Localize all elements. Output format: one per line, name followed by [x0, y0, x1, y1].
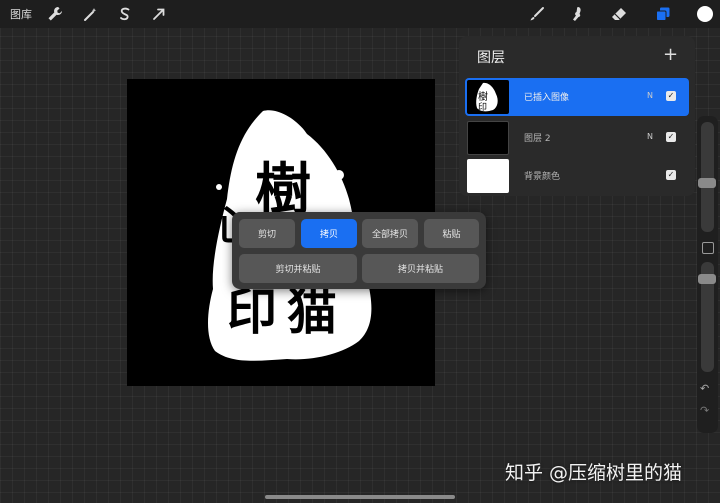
opacity-knob[interactable] [698, 274, 716, 284]
redo-button[interactable]: ↷ [700, 404, 709, 417]
layers-title: 图层 [477, 50, 505, 66]
layers-icon[interactable] [653, 4, 673, 24]
add-layer-button[interactable]: + [663, 46, 678, 64]
top-toolbar: 图库 [0, 0, 720, 28]
right-sidebar: ↶ ↷ [697, 116, 718, 433]
copy-all-button[interactable]: 全部拷贝 [362, 219, 418, 248]
home-indicator[interactable] [265, 495, 455, 499]
background-color-swatch [467, 159, 509, 193]
blend-mode-button[interactable]: N [647, 91, 653, 100]
modify-button[interactable] [702, 242, 714, 254]
visibility-checkbox[interactable]: ✓ [666, 132, 676, 142]
svg-text:印: 印 [227, 283, 277, 341]
copy-and-paste-button[interactable]: 拷贝并粘贴 [362, 254, 479, 283]
layer-thumbnail: 樹 印 [467, 80, 509, 114]
eraser-icon[interactable] [609, 4, 629, 24]
brush-size-slider[interactable] [698, 122, 716, 232]
copy-paste-menu: 剪切 拷贝 全部拷贝 粘贴 剪切并粘贴 拷贝并粘贴 [232, 212, 486, 289]
cut-and-paste-button[interactable]: 剪切并粘贴 [239, 254, 357, 283]
blend-mode-button[interactable]: N [647, 132, 653, 141]
visibility-checkbox[interactable]: ✓ [666, 170, 676, 180]
layer-row-background-color[interactable]: 背景颜色 ✓ [465, 157, 689, 195]
magic-wand-icon[interactable] [81, 4, 101, 24]
visibility-checkbox[interactable]: ✓ [666, 91, 676, 101]
color-icon[interactable] [697, 6, 713, 22]
svg-text:樹: 樹 [478, 90, 488, 103]
brush-icon[interactable] [527, 4, 547, 24]
layer-thumbnail [467, 121, 509, 155]
wrench-icon[interactable] [45, 4, 65, 24]
copy-button[interactable]: 拷贝 [301, 219, 357, 248]
svg-text:印: 印 [478, 101, 487, 113]
brush-size-knob[interactable] [698, 178, 716, 188]
transform-arrow-icon[interactable] [149, 4, 169, 24]
paste-button[interactable]: 粘贴 [424, 219, 479, 248]
svg-text:猫: 猫 [287, 283, 337, 341]
opacity-slider[interactable] [698, 262, 716, 372]
layer-name: 已插入图像 [524, 93, 570, 103]
layer-row-layer-2[interactable]: 图层 2 N ✓ [465, 119, 689, 157]
selection-s-icon[interactable] [115, 4, 135, 24]
undo-button[interactable]: ↶ [700, 382, 709, 395]
layers-panel: 图层 + 樹 印 已插入图像 N ✓ 图层 2 N ✓ 背景颜色 ✓ [459, 36, 695, 196]
smudge-icon[interactable] [567, 4, 587, 24]
layer-name: 背景颜色 [524, 172, 561, 182]
layer-row-inserted-image[interactable]: 樹 印 已插入图像 N ✓ [465, 78, 689, 116]
cut-button[interactable]: 剪切 [239, 219, 295, 248]
gallery-button[interactable]: 图库 [10, 6, 32, 22]
watermark-text: 知乎 @压缩树里的猫 [505, 462, 683, 484]
layer-name: 图层 2 [524, 134, 551, 144]
